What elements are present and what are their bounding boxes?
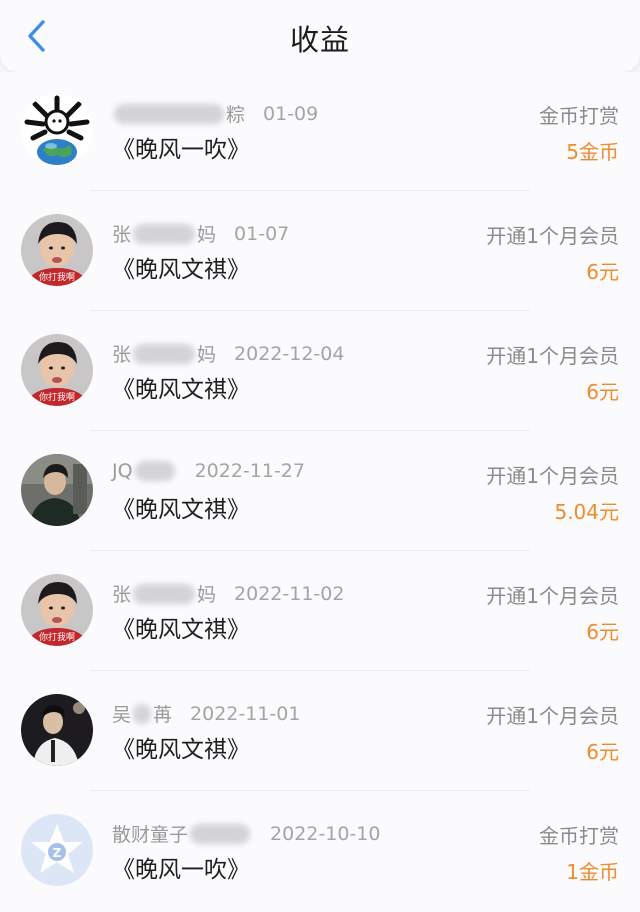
divider	[90, 430, 530, 431]
date: 2022-10-10	[270, 822, 381, 845]
portrait-avatar-icon: 你打我啊	[21, 574, 93, 646]
sender-name-text: 张	[112, 584, 132, 606]
earning-row[interactable]: JQ 2022-11-27 《晚风文祺》 开通1个月会员 5.04元	[0, 432, 640, 552]
sender-name: JQ 2022-11-27	[112, 460, 305, 482]
portrait-avatar-icon	[21, 454, 93, 526]
date: 2022-11-01	[190, 702, 301, 725]
portrait-avatar-icon: 你打我啊	[21, 334, 93, 406]
svg-text:你打我啊: 你打我啊	[39, 631, 75, 643]
earning-row[interactable]: 吴 苒 2022-11-01 《晚风文祺》 开通1个月会员 6元	[0, 672, 640, 792]
divider	[90, 670, 530, 671]
default-star-avatar-icon: Z	[21, 814, 93, 886]
earning-row[interactable]: 粽 01-09 《晚风一吹》 金币打赏 5金币	[0, 72, 640, 192]
work-title: 《晚风一吹》	[112, 857, 250, 883]
date: 01-09	[263, 102, 319, 125]
earning-amount: 6元	[586, 620, 619, 644]
earning-type: 开通1个月会员	[486, 584, 619, 608]
date: 2022-12-04	[234, 342, 345, 365]
avatar[interactable]	[21, 694, 93, 766]
earning-type: 开通1个月会员	[486, 704, 619, 728]
earning-type: 金币打赏	[539, 104, 619, 128]
redacted-name	[133, 703, 152, 724]
work-title: 《晚风文祺》	[112, 737, 250, 763]
earning-amount: 1金币	[566, 860, 619, 884]
sender-name-text: 苒	[153, 704, 173, 726]
earning-amount: 6元	[586, 380, 619, 404]
avatar[interactable]	[21, 454, 93, 526]
work-title: 《晚风文祺》	[112, 257, 250, 283]
earning-type: 开通1个月会员	[486, 224, 619, 248]
sender-name: 张 妈 2022-12-04	[112, 340, 344, 367]
redacted-name	[114, 103, 224, 124]
avatar[interactable]: 你打我啊	[21, 334, 93, 406]
work-title: 《晚风文祺》	[112, 497, 250, 523]
sender-name-text: 粽	[226, 104, 246, 126]
sender-name-text: 妈	[197, 584, 217, 606]
avatar[interactable]: Z	[21, 814, 93, 886]
work-title: 《晚风文祺》	[112, 377, 250, 403]
sender-name-text: 散财童子	[112, 824, 189, 846]
page-title: 收益	[289, 23, 350, 57]
redacted-name	[133, 343, 196, 364]
date: 2022-11-02	[234, 582, 345, 605]
redacted-name	[133, 583, 196, 604]
redacted-name	[190, 823, 251, 844]
divider	[90, 310, 530, 311]
portrait-avatar-icon: 你打我啊	[21, 214, 93, 286]
earning-type: 金币打赏	[539, 824, 619, 848]
sender-name: 张 妈 2022-11-02	[112, 580, 344, 607]
date: 2022-11-27	[194, 460, 305, 482]
earning-type: 开通1个月会员	[486, 344, 619, 368]
sender-name: 散财童子 2022-10-10	[112, 820, 380, 847]
earning-type: 开通1个月会员	[486, 464, 619, 488]
top-bar: 收益	[0, 0, 640, 72]
earning-amount: 6元	[586, 740, 619, 764]
earning-amount: 6元	[586, 260, 619, 284]
sender-name: 粽 01-09	[112, 100, 318, 127]
earning-amount: 5金币	[566, 140, 619, 164]
sender-name: 吴 苒 2022-11-01	[112, 700, 300, 727]
date: 01-07	[234, 222, 290, 245]
sender-name-text: 妈	[197, 344, 217, 366]
divider	[90, 790, 530, 791]
sender-name-text: 张	[112, 344, 132, 366]
avatar[interactable]: 你打我啊	[21, 574, 93, 646]
avatar[interactable]	[21, 94, 93, 166]
divider	[90, 550, 530, 551]
redacted-name	[133, 223, 196, 244]
earning-row[interactable]: Z 散财童子 2022-10-10 《晚风一吹》 金币打赏 1金币	[0, 792, 640, 912]
svg-text:Z: Z	[53, 846, 62, 860]
sender-name-text: JQ	[112, 460, 133, 482]
work-title: 《晚风文祺》	[112, 617, 250, 643]
earning-amount: 5.04元	[554, 500, 619, 524]
sender-name-text: 张	[112, 224, 132, 246]
sender-name-text: 吴	[112, 704, 132, 726]
redacted-name	[134, 461, 175, 481]
divider	[90, 190, 530, 191]
sender-name-text: 妈	[197, 224, 217, 246]
work-title: 《晚风一吹》	[112, 137, 250, 163]
avatar[interactable]: 你打我啊	[21, 214, 93, 286]
portrait-avatar-icon	[21, 694, 93, 766]
svg-text:你打我啊: 你打我啊	[39, 391, 75, 403]
emblem-earth-icon	[21, 94, 93, 166]
earning-row[interactable]: 你打我啊 张 妈 2022-12-04 《晚风文祺》 开通1个月会员 6元	[0, 312, 640, 432]
svg-text:你打我啊: 你打我啊	[39, 271, 75, 283]
earning-row[interactable]: 你打我啊 张 妈 01-07 《晚风文祺》 开通1个月会员 6元	[0, 192, 640, 312]
sender-name: 张 妈 01-07	[112, 220, 289, 247]
earnings-list: 粽 01-09 《晚风一吹》 金币打赏 5金币 你打我啊 张 妈 01-07 《…	[0, 72, 640, 912]
earning-row[interactable]: 你打我啊 张 妈 2022-11-02 《晚风文祺》 开通1个月会员 6元	[0, 552, 640, 672]
